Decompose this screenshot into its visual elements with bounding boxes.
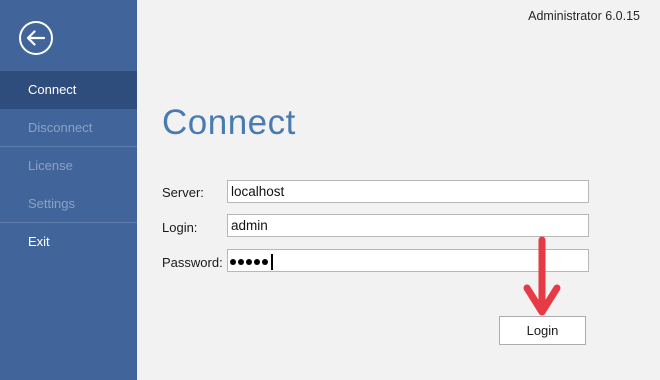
sidebar-nav: Connect Disconnect License Settings Exit: [0, 71, 137, 261]
server-label: Server:: [162, 185, 204, 200]
app-window: Connect Disconnect License Settings Exit…: [0, 0, 660, 380]
password-label: Password:: [162, 255, 223, 270]
sidebar: Connect Disconnect License Settings Exit: [0, 0, 137, 380]
sidebar-item-exit[interactable]: Exit: [0, 223, 137, 261]
text-caret: [271, 254, 273, 270]
login-button[interactable]: Login: [499, 316, 586, 345]
version-label: Administrator 6.0.15: [528, 9, 640, 23]
red-arrow-down-icon: [523, 236, 561, 316]
back-button[interactable]: [18, 20, 54, 56]
password-dot: [254, 259, 260, 265]
password-dot: [246, 259, 252, 265]
password-dot: [230, 259, 236, 265]
password-mask: [230, 254, 273, 270]
sidebar-item-license[interactable]: License: [0, 147, 137, 185]
sidebar-item-disconnect[interactable]: Disconnect: [0, 109, 137, 147]
sidebar-item-connect[interactable]: Connect: [0, 71, 137, 109]
server-input[interactable]: [227, 180, 589, 203]
password-dot: [262, 259, 268, 265]
sidebar-item-settings[interactable]: Settings: [0, 185, 137, 223]
page-title: Connect: [162, 103, 296, 142]
login-label: Login:: [162, 220, 198, 235]
password-dot: [238, 259, 244, 265]
arrow-left-circle-icon: [19, 21, 53, 55]
login-input[interactable]: [227, 214, 589, 237]
